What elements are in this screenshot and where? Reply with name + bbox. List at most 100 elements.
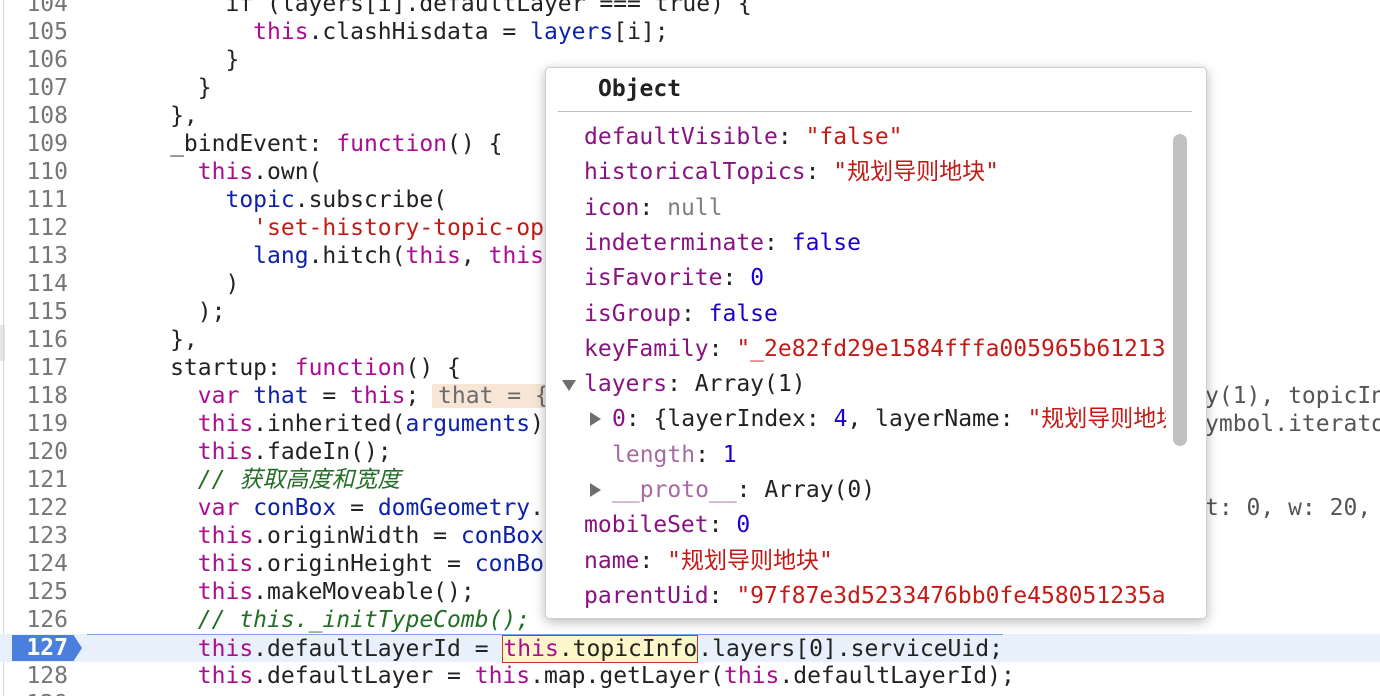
property-key: defaultVisible <box>584 124 778 150</box>
code-text: // 获取高度和宽度 <box>197 467 401 493</box>
property-key: length <box>612 441 696 468</box>
property-key: layers <box>584 371 668 398</box>
property-value: "规划导则地块" <box>833 159 999 186</box>
line-number[interactable]: 115 <box>0 298 78 326</box>
line-number[interactable]: 112 <box>0 214 78 242</box>
code-text: this.fadeIn(); <box>197 439 392 465</box>
line-number[interactable]: 106 <box>0 46 78 74</box>
code-text: this.defaultLayer = this.map.getLayer(th… <box>197 663 1015 689</box>
code-text: // this._initTypeComb(); <box>197 607 531 633</box>
property-row: indeterminate: false <box>584 229 861 256</box>
line-number[interactable]: 129 <box>0 690 78 696</box>
code-line-127: 127 this.defaultLayerId = this.topicInfo… <box>0 634 1380 663</box>
property-value: 0 <box>750 265 765 292</box>
property-value: Array(1) <box>694 371 806 398</box>
property-key: __proto__ <box>612 477 737 503</box>
property-value: "false" <box>805 124 903 150</box>
property-key: mobileSet <box>584 512 709 539</box>
line-number[interactable]: 105 <box>0 18 78 46</box>
property-key: keyFamily <box>584 335 709 362</box>
property-value: false <box>791 229 861 256</box>
line-number[interactable]: 113 <box>0 242 78 270</box>
line-number[interactable]: 108 <box>0 102 78 130</box>
code-line-105: 105 this.clashHisdata = layers[i]; <box>0 18 1380 46</box>
property-row[interactable]: layers: Array(1) <box>546 367 1166 401</box>
line-number[interactable]: 123 <box>0 522 78 550</box>
property-row: name: "规划导则地块" <box>584 547 833 574</box>
line-number[interactable]: 120 <box>0 438 78 466</box>
property-value: Array(0) <box>764 477 876 503</box>
property-key: isFavorite <box>584 265 723 292</box>
property-value: {layerIndex: 4, layerName: "规划导则地块 <box>653 406 1166 433</box>
line-number[interactable]: 119 <box>0 410 78 438</box>
code-text: }, <box>87 103 198 129</box>
inline-value-overflow: t: 0, w: 20, <box>1205 495 1372 521</box>
code-text: this.clashHisdata = layers[i]; <box>253 19 669 45</box>
popover-title: Object <box>598 76 682 102</box>
code-text: startup: function() { <box>87 355 461 381</box>
line-number[interactable]: 126 <box>0 606 78 634</box>
line-number[interactable]: 104 <box>0 0 78 18</box>
property-row: length: 1 <box>612 441 737 468</box>
code-line-129: 129 <box>0 690 1380 696</box>
code-line-104: 104 if (layers[i].defaultLayer === true)… <box>0 0 1380 18</box>
code-text: this.defaultLayerId = this.topicInfo.lay… <box>87 634 1003 663</box>
expand-right-icon[interactable] <box>590 483 601 497</box>
property-key: icon <box>584 194 640 221</box>
line-number[interactable]: 114 <box>0 270 78 298</box>
property-value: "97f87e3d5233476bb0fe458051235a <box>736 582 1166 609</box>
code-text: topic.subscribe( <box>225 187 448 213</box>
property-key: isGroup <box>584 300 681 327</box>
code-text: var that = this; <box>197 383 420 409</box>
code-text: this.makeMoveable(); <box>197 579 475 605</box>
object-inspector-popover[interactable]: Object defaultVisible: "false" historical… <box>545 67 1207 619</box>
hovered-expression[interactable]: this.topicInfo <box>502 635 699 663</box>
line-number[interactable]: 107 <box>0 74 78 102</box>
line-number[interactable]: 110 <box>0 158 78 186</box>
code-text: ); <box>87 299 226 325</box>
code-text: this.own( <box>197 159 323 185</box>
line-number[interactable]: 117 <box>0 354 78 382</box>
code-text: this.inherited(arguments); <box>197 411 558 437</box>
inline-value-hint: that = { <box>432 384 555 408</box>
code-text: } <box>87 47 240 73</box>
line-number[interactable]: 124 <box>0 550 78 578</box>
popover-divider <box>558 111 1192 112</box>
code-text: lang.hitch(this, this. <box>253 243 558 269</box>
property-row: icon: null <box>584 194 723 221</box>
property-value: 0 <box>736 512 751 539</box>
expand-right-icon[interactable] <box>590 412 601 427</box>
line-number[interactable]: 121 <box>0 466 78 494</box>
expand-down-icon[interactable] <box>562 380 576 392</box>
property-row: parentUid: "97f87e3d5233476bb0fe45805123… <box>584 582 1166 609</box>
inline-value-overflow: ymbol.iterato <box>1205 411 1380 437</box>
code-text: var conBox = domGeometry.g <box>197 495 558 521</box>
code-text: if (layers[i].defaultLayer === true) { <box>87 0 752 17</box>
property-key: indeterminate <box>584 229 765 256</box>
property-row: isGroup: false <box>584 300 778 327</box>
property-row: mobileSet: 0 <box>584 512 751 539</box>
property-row[interactable]: __proto__: Array(0) <box>546 473 1166 507</box>
line-number[interactable]: 118 <box>0 382 78 410</box>
property-value: 1 <box>722 441 737 468</box>
popover-scrollbar[interactable] <box>1173 134 1187 446</box>
code-line-128: 128 this.defaultLayer = this.map.getLaye… <box>0 662 1380 690</box>
property-row[interactable]: 0: {layerIndex: 4, layerName: "规划导则地块 <box>546 402 1166 436</box>
property-key: historicalTopics <box>584 159 806 186</box>
property-value: null <box>667 194 723 221</box>
code-text: _bindEvent: function() { <box>87 131 503 157</box>
property-row: keyFamily: "_2e82fd29e1584fffa005965b612… <box>584 335 1166 362</box>
property-key: 0 <box>612 406 626 433</box>
line-number[interactable]: 128 <box>0 662 78 690</box>
line-number[interactable]: 109 <box>0 130 78 158</box>
code-text: }, <box>87 327 198 353</box>
line-number[interactable]: 125 <box>0 578 78 606</box>
breakpoint-marker[interactable]: 127 <box>12 635 82 661</box>
property-row: isFavorite: 0 <box>584 265 765 292</box>
code-text: } <box>87 75 212 101</box>
line-number[interactable]: 122 <box>0 494 78 522</box>
line-number[interactable]: 111 <box>0 186 78 214</box>
code-text: ) <box>87 271 240 297</box>
line-number[interactable]: 116 <box>0 326 78 354</box>
